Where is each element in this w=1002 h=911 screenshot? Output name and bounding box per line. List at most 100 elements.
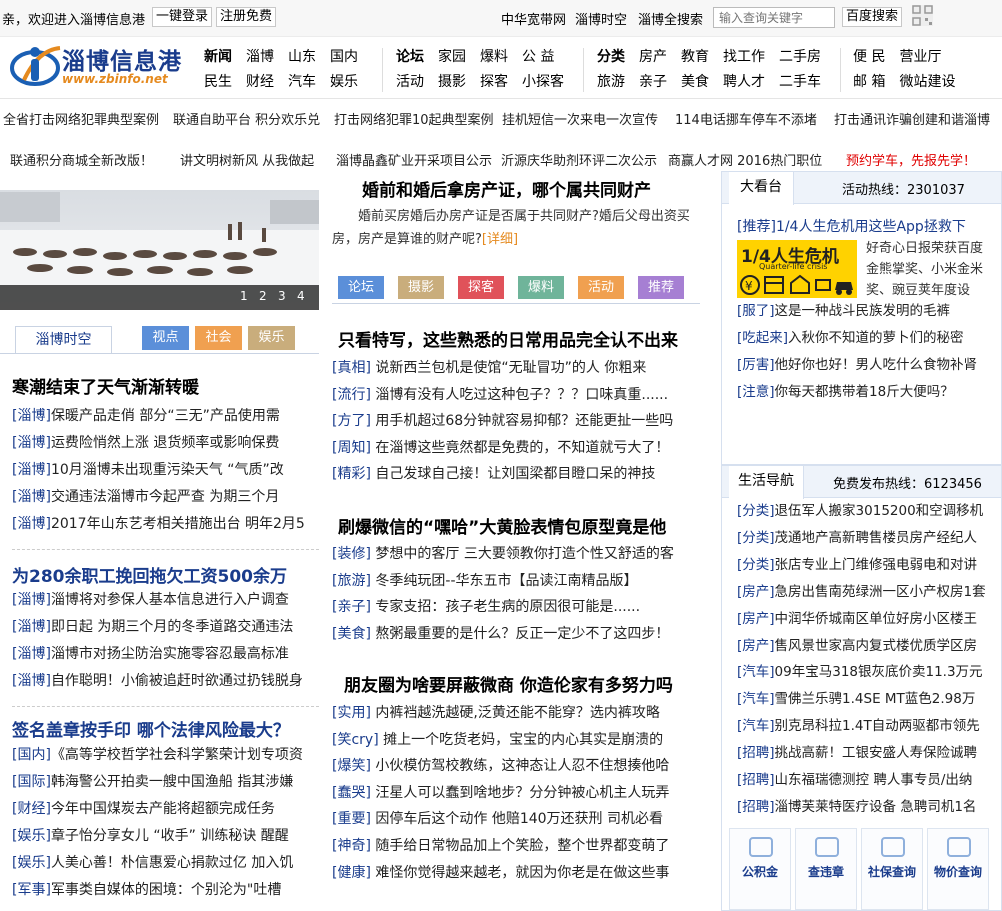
cat-forum[interactable]: 论坛: [338, 276, 384, 299]
service-social-security[interactable]: 社保查询: [861, 828, 923, 910]
nav-shandong[interactable]: 山东: [288, 46, 316, 66]
nav-classified[interactable]: 分类: [597, 46, 625, 66]
nav-hire[interactable]: 聘人才: [723, 71, 765, 91]
tab-zibo-shikong[interactable]: 淄博时空: [15, 326, 112, 354]
tab-entertainment[interactable]: 娱乐: [248, 326, 295, 350]
list-item[interactable]: [服了]这是一种战斗民族发明的毛裤: [737, 298, 989, 325]
register-button[interactable]: 注册免费: [216, 7, 277, 27]
link-zhonghua[interactable]: 中华宽带网: [501, 9, 566, 28]
slide-page-3[interactable]: 3: [278, 289, 286, 303]
list-item[interactable]: [招聘]淄博芙莱特医疗设备 急聘司机1名: [737, 794, 989, 821]
cat-baoliao[interactable]: 爆料: [518, 276, 564, 299]
ticker-link[interactable]: 全省打击网络犯罪典型案例: [3, 109, 159, 128]
list-item[interactable]: [分类]茂通地产高新聘售楼员房产经纪人: [737, 525, 989, 552]
list-item[interactable]: [神奇] 随手给日常物品加上个笑脸，整个世界都变萌了: [332, 833, 694, 860]
list-item[interactable]: [分类]退伍军人搬家3015200和空调移机: [737, 498, 989, 525]
baidu-search-button[interactable]: 百度搜索: [842, 7, 903, 27]
ticker-link[interactable]: 淄博晶鑫矿业开采项目公示: [336, 150, 492, 169]
nav-parenting[interactable]: 亲子: [639, 71, 667, 91]
list-item[interactable]: [淄博]自作聪明！小偷被追赶时欲通过扔钱脱身: [12, 668, 320, 695]
slide-page-2[interactable]: 2: [259, 289, 267, 303]
nav-news[interactable]: 新闻: [204, 46, 232, 66]
detail-link[interactable]: [详细]: [482, 232, 518, 247]
list-item[interactable]: [财经]今年中国煤炭去产能将超额完成任务: [12, 796, 320, 823]
ticker-link[interactable]: 沂源庆华助剂环评二次公示: [501, 150, 657, 169]
nav-forum[interactable]: 论坛: [396, 46, 424, 66]
list-item[interactable]: [淄博]2017年山东艺考相关措施出台 明年2月5: [12, 511, 320, 538]
promo-link[interactable]: 预约学车，先报先学！: [846, 150, 976, 169]
nav-food[interactable]: 美食: [681, 71, 709, 91]
link-zibo-shikong[interactable]: 淄博时空: [575, 9, 627, 28]
ticker-link[interactable]: 讲文明树新风 从我做起: [180, 150, 314, 169]
nav-tanke[interactable]: 探客: [480, 71, 508, 91]
nav-little-tanke[interactable]: 小探客: [522, 71, 564, 91]
ticker-link[interactable]: 挂机短信一次来电一次宣传: [502, 109, 658, 128]
mid-block3-title[interactable]: 朋友圈为啥要屏蔽微商 你造伦家有多努力吗: [344, 671, 673, 696]
list-item[interactable]: [方了] 用手机超过68分钟就容易抑郁？还能更扯一些吗: [332, 408, 694, 435]
main-headline[interactable]: 婚前和婚后拿房产证，哪个属共同财产: [362, 176, 651, 201]
list-item[interactable]: [娱乐]人美心善！朴信惠爱心捐款过亿 加入饥: [12, 850, 320, 877]
cat-activity[interactable]: 活动: [578, 276, 624, 299]
slideshow[interactable]: 1 2 3 4: [0, 190, 319, 310]
qr-code-icon[interactable]: [912, 5, 933, 26]
nav-service-hall[interactable]: 营业厅: [899, 46, 941, 66]
tab-viewpoint[interactable]: 视点: [142, 326, 189, 350]
list-item[interactable]: [淄博]10月淄博未出现重污染天气 “气质”改: [12, 457, 320, 484]
link-zibo-search[interactable]: 淄博全搜索: [638, 9, 703, 28]
service-price-query[interactable]: 物价查询: [927, 828, 989, 910]
ticker-link[interactable]: 联通积分商城全新改版！: [10, 150, 153, 169]
list-item[interactable]: [淄博]淄博市对扬尘防治实施零容忍最高标准: [12, 641, 320, 668]
list-item[interactable]: [娱乐]章子怡分享女儿 “收手” 训练秘诀 醒醒: [12, 823, 320, 850]
nav-minsheng[interactable]: 民生: [204, 71, 232, 91]
list-item[interactable]: [淄博]即日起 为期三个月的冬季道路交通违法: [12, 614, 320, 641]
nav-finance[interactable]: 财经: [246, 71, 274, 91]
list-item[interactable]: [招聘]山东福瑞德测控 聘人事专员/出纳: [737, 767, 989, 794]
list-item[interactable]: [淄博]保暖产品走俏 部分“三无”产品使用需: [12, 403, 320, 430]
ticker-link[interactable]: 打击网络犯罪10起典型案例: [334, 109, 494, 128]
list-item[interactable]: [淄博]淄博将对参保人基本信息进行入户调查: [12, 587, 320, 614]
service-traffic-violation[interactable]: 查违章: [795, 828, 857, 910]
nav-baoliao[interactable]: 爆料: [480, 46, 508, 66]
list-item[interactable]: [招聘]挑战高薪！工银安盛人寿保险诚聘: [737, 740, 989, 767]
ticker-link[interactable]: 联通自助平台 积分欢乐兑: [173, 109, 320, 128]
ticker-link[interactable]: 打击通讯诈骗创建和谐淄博: [834, 109, 990, 128]
list-item[interactable]: [厉害]他好你也好！男人吃什么食物补肾: [737, 352, 989, 379]
nav-second-house[interactable]: 二手房: [779, 46, 821, 66]
slide-page-1[interactable]: 1: [240, 289, 248, 303]
service-housing-fund[interactable]: 公积金: [729, 828, 791, 910]
list-item[interactable]: [房产]中润华侨城南区单位好房小区楼王: [737, 606, 989, 633]
list-item[interactable]: [房产]急房出售南苑绿洲一区小产权房1套: [737, 579, 989, 606]
list-item[interactable]: [淄博]交通违法淄博市今起严查 为期三个月: [12, 484, 320, 511]
nav-second-car[interactable]: 二手车: [779, 71, 821, 91]
list-item[interactable]: [国内]《高等学校哲学社会科学繁荣计划专项资: [12, 742, 320, 769]
nav-zibo[interactable]: 淄博: [246, 46, 274, 66]
list-item[interactable]: [房产]售风景世家高内复式楼优质学区房: [737, 633, 989, 660]
list-item[interactable]: [蠢哭] 汪星人可以蠢到啥地步？分分钟被心机主人玩弄: [332, 780, 694, 807]
list-item[interactable]: [分类]张店专业上门维修强电弱电和对讲: [737, 552, 989, 579]
list-item[interactable]: [汽车]09年宝马318银灰底价卖11.3万元: [737, 659, 989, 686]
list-item[interactable]: [真相] 说新西兰包机是使馆“无耻冒功”的人 你粗来: [332, 355, 694, 382]
list-item[interactable]: [淄博]运费险悄然上涨 退货频率或影响保费: [12, 430, 320, 457]
nav-travel[interactable]: 旅游: [597, 71, 625, 91]
list-item[interactable]: [亲子] 专家支招：孩子老生病的原因很可能是......: [332, 594, 694, 621]
list-item[interactable]: [精彩] 自己发球自己接！让刘国梁都目瞪口呆的神技: [332, 461, 694, 488]
list-item[interactable]: [爆笑] 小伙模仿驾校教练，这神态让人忍不住想揍他哈: [332, 753, 694, 780]
mid-block2-title[interactable]: 刷爆微信的“嘿哈”大黄脸表情包原型竟是他: [338, 513, 666, 538]
site-logo[interactable]: 淄博信息港 www.zbinfo.net: [10, 40, 190, 92]
cat-photo[interactable]: 摄影: [398, 276, 444, 299]
list-item[interactable]: [旅游] 冬季纯玩团--华东五市【品读江南精品版】: [332, 568, 694, 595]
list-item[interactable]: [装修] 梦想中的客厅 三大要领教你打造个性又舒适的客: [332, 541, 694, 568]
nav-education[interactable]: 教育: [681, 46, 709, 66]
list-item[interactable]: [军事]军事类自媒体的困境：个别沦为"吐槽: [12, 877, 320, 904]
nav-mail[interactable]: 邮 箱: [853, 71, 885, 91]
list-item[interactable]: [周知] 在淄博这些竟然都是免费的，不知道就亏大了！: [332, 435, 694, 462]
list-item[interactable]: [流行] 淄博有没有人吃过这种包子？？？口味真重......: [332, 382, 694, 409]
nav-entertainment[interactable]: 娱乐: [330, 71, 358, 91]
list-item[interactable]: [实用] 内裤裆越洗越硬,泛黄还能不能穿？选内裤攻略: [332, 700, 694, 727]
ticker-link[interactable]: 商赢人才网 2016热门职位: [668, 150, 822, 169]
login-button[interactable]: 一键登录: [152, 7, 213, 27]
cat-recommend[interactable]: 推荐: [638, 276, 684, 299]
nav-activity[interactable]: 活动: [396, 71, 424, 91]
nav-charity[interactable]: 公 益: [522, 46, 554, 66]
nav-convenience[interactable]: 便 民: [853, 46, 885, 66]
